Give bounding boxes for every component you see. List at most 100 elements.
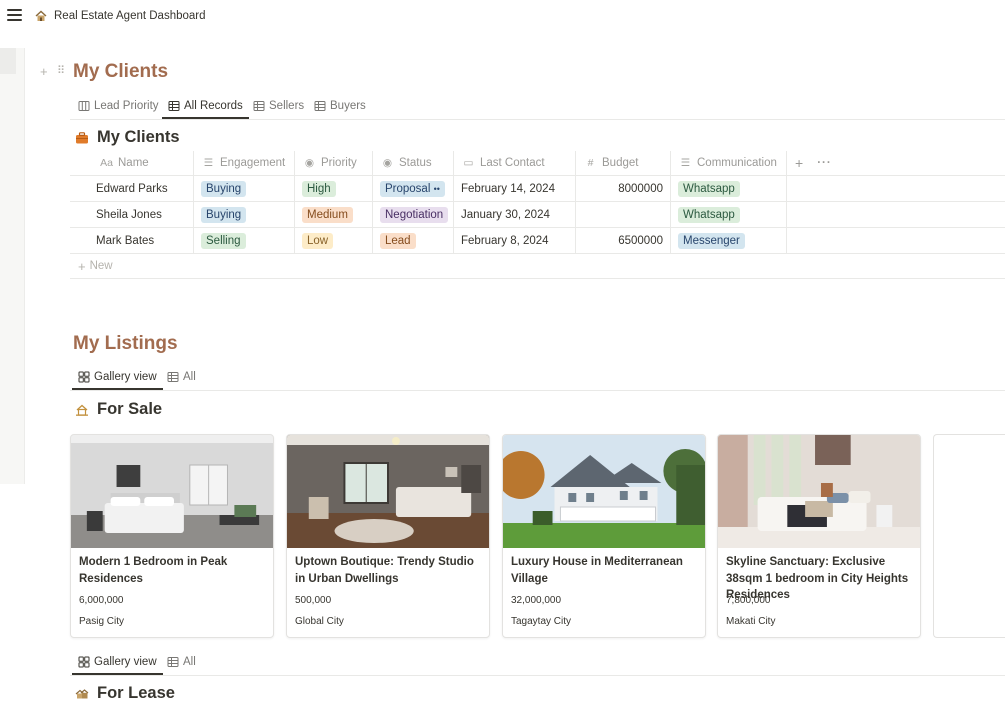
new-row-button[interactable]: + New bbox=[70, 254, 1005, 279]
calendar-icon: ▭ bbox=[463, 157, 474, 169]
listing-city: Makati City bbox=[726, 616, 776, 627]
cell-empty bbox=[786, 176, 1005, 201]
listing-card[interactable]: Luxury House in Mediterranean Village 32… bbox=[502, 434, 706, 638]
listing-city: Pasig City bbox=[79, 616, 125, 627]
listing-photo bbox=[718, 435, 920, 548]
add-block-icon[interactable]: + bbox=[40, 64, 48, 79]
tab-label: All bbox=[183, 370, 196, 383]
tab-label: Buyers bbox=[330, 99, 366, 112]
clients-view-tabs: Lead Priority All Records Sellers Buyers bbox=[70, 93, 1005, 120]
for-sale-title[interactable]: For Sale bbox=[75, 400, 162, 419]
cell-communication[interactable]: Whatsapp bbox=[670, 202, 786, 227]
column-last-contact[interactable]: ▭ Last Contact bbox=[453, 151, 575, 175]
cell-engagement[interactable]: Buying bbox=[193, 176, 294, 201]
engagement-tag: Buying bbox=[201, 180, 247, 197]
cell-engagement[interactable]: Selling bbox=[193, 228, 294, 253]
cell-name[interactable]: Sheila Jones bbox=[70, 202, 193, 227]
tab-gallery-view[interactable]: Gallery view bbox=[72, 649, 163, 675]
board-icon bbox=[78, 100, 90, 111]
column-name[interactable]: Aa Name bbox=[92, 151, 192, 175]
status-tag: Lead bbox=[380, 232, 416, 249]
priority-tag: High bbox=[302, 180, 336, 197]
cell-status[interactable]: Proposal •• bbox=[372, 176, 453, 201]
list-icon: ☰ bbox=[203, 157, 214, 169]
column-status[interactable]: ◉ Status bbox=[372, 151, 453, 175]
cell-name[interactable]: Edward Parks bbox=[70, 176, 193, 201]
tab-label: All bbox=[183, 655, 196, 668]
cell-priority[interactable]: Low bbox=[294, 228, 372, 253]
section-title-text: For Sale bbox=[97, 400, 163, 418]
listing-price: 32,000,000 bbox=[511, 595, 562, 606]
cell-last-contact[interactable]: January 30, 2024 bbox=[453, 202, 575, 227]
drag-handle-icon[interactable]: ⠿ bbox=[57, 64, 65, 77]
listing-price: 6,000,000 bbox=[79, 595, 124, 606]
column-label: Engagement bbox=[220, 157, 286, 169]
cell-communication[interactable]: Messenger bbox=[670, 228, 786, 253]
tab-label: Lead Priority bbox=[94, 99, 159, 112]
column-label: Last Contact bbox=[480, 157, 545, 169]
status-label: Proposal bbox=[385, 182, 431, 195]
add-column-icon[interactable]: + bbox=[795, 155, 803, 171]
tab-label: All Records bbox=[184, 99, 243, 112]
listing-photo bbox=[503, 435, 705, 548]
cell-communication[interactable]: Whatsapp bbox=[670, 176, 786, 201]
status-icon: ◉ bbox=[304, 157, 315, 169]
cell-budget[interactable]: 6500000 bbox=[575, 228, 670, 253]
cell-priority[interactable]: Medium bbox=[294, 202, 372, 227]
listing-photo bbox=[71, 435, 273, 548]
column-priority[interactable]: ◉ Priority bbox=[294, 151, 372, 175]
sidebar-item-highlight bbox=[0, 48, 16, 74]
sidebar-edge bbox=[0, 48, 25, 484]
page-title[interactable]: Real Estate Agent Dashboard bbox=[54, 10, 206, 22]
listing-card[interactable]: Uptown Boutique: Trendy Studio in Urban … bbox=[286, 434, 490, 638]
table-header: Aa Name ☰ Engagement ◉ Priority ◉ Status… bbox=[70, 151, 1005, 176]
cell-status[interactable]: Lead bbox=[372, 228, 453, 253]
tab-all-records[interactable]: All Records bbox=[162, 93, 249, 119]
cell-name[interactable]: Mark Bates bbox=[70, 228, 193, 253]
column-label: Communication bbox=[697, 157, 777, 169]
listing-price: 500,000 bbox=[295, 595, 332, 606]
column-budget[interactable]: # Budget bbox=[575, 151, 670, 175]
status-tag: Proposal •• bbox=[380, 180, 445, 197]
cell-last-contact[interactable]: February 14, 2024 bbox=[453, 176, 575, 201]
listing-card[interactable]: Modern 1 Bedroom in Peak Residences 6,00… bbox=[70, 434, 274, 638]
listing-city: Global City bbox=[295, 616, 344, 627]
table-icon bbox=[168, 100, 180, 111]
table-row[interactable]: Sheila Jones Buying Medium Negotiation J… bbox=[70, 202, 1005, 228]
column-engagement[interactable]: ☰ Engagement bbox=[193, 151, 294, 175]
for-lease-title[interactable]: For Lease bbox=[75, 684, 175, 703]
cell-budget[interactable]: 8000000 bbox=[575, 176, 670, 201]
tab-sellers[interactable]: Sellers bbox=[247, 93, 310, 118]
cell-engagement[interactable]: Buying bbox=[193, 202, 294, 227]
cell-status[interactable]: Negotiation bbox=[372, 202, 453, 227]
column-communication[interactable]: ☰ Communication bbox=[670, 151, 786, 175]
table-row[interactable]: Edward Parks Buying High Proposal •• Feb… bbox=[70, 176, 1005, 202]
status-tag: Negotiation bbox=[380, 206, 449, 223]
tab-label: Sellers bbox=[269, 99, 305, 112]
cell-priority[interactable]: High bbox=[294, 176, 372, 201]
engagement-tag: Selling bbox=[201, 232, 246, 249]
tab-lead-priority[interactable]: Lead Priority bbox=[72, 93, 165, 118]
engagement-tag: Buying bbox=[201, 206, 247, 223]
cell-budget[interactable] bbox=[575, 202, 670, 227]
table-icon bbox=[314, 100, 326, 111]
open-icon[interactable]: •• bbox=[434, 184, 440, 194]
tab-all[interactable]: All bbox=[161, 364, 202, 389]
table-row[interactable]: Mark Bates Selling Low Lead February 8, … bbox=[70, 228, 1005, 254]
new-row-label: New bbox=[89, 260, 113, 272]
column-label: Priority bbox=[321, 157, 357, 169]
listing-card-partial[interactable] bbox=[933, 434, 1005, 638]
column-label: Status bbox=[399, 157, 432, 169]
listing-city: Tagaytay City bbox=[511, 616, 572, 627]
cell-last-contact[interactable]: February 8, 2024 bbox=[453, 228, 575, 253]
clients-database-title[interactable]: My Clients bbox=[75, 128, 180, 147]
tab-label: Gallery view bbox=[94, 370, 157, 383]
tab-buyers[interactable]: Buyers bbox=[308, 93, 372, 118]
menu-icon[interactable] bbox=[7, 9, 22, 21]
listing-card[interactable]: Skyline Sanctuary: Exclusive 38sqm 1 bed… bbox=[717, 434, 921, 638]
tab-all[interactable]: All bbox=[161, 649, 202, 674]
clients-table: Aa Name ☰ Engagement ◉ Priority ◉ Status… bbox=[70, 151, 1005, 279]
top-bar: Real Estate Agent Dashboard bbox=[0, 0, 1005, 34]
more-options-icon[interactable]: ··· bbox=[817, 157, 832, 169]
tab-gallery-view[interactable]: Gallery view bbox=[72, 364, 163, 390]
